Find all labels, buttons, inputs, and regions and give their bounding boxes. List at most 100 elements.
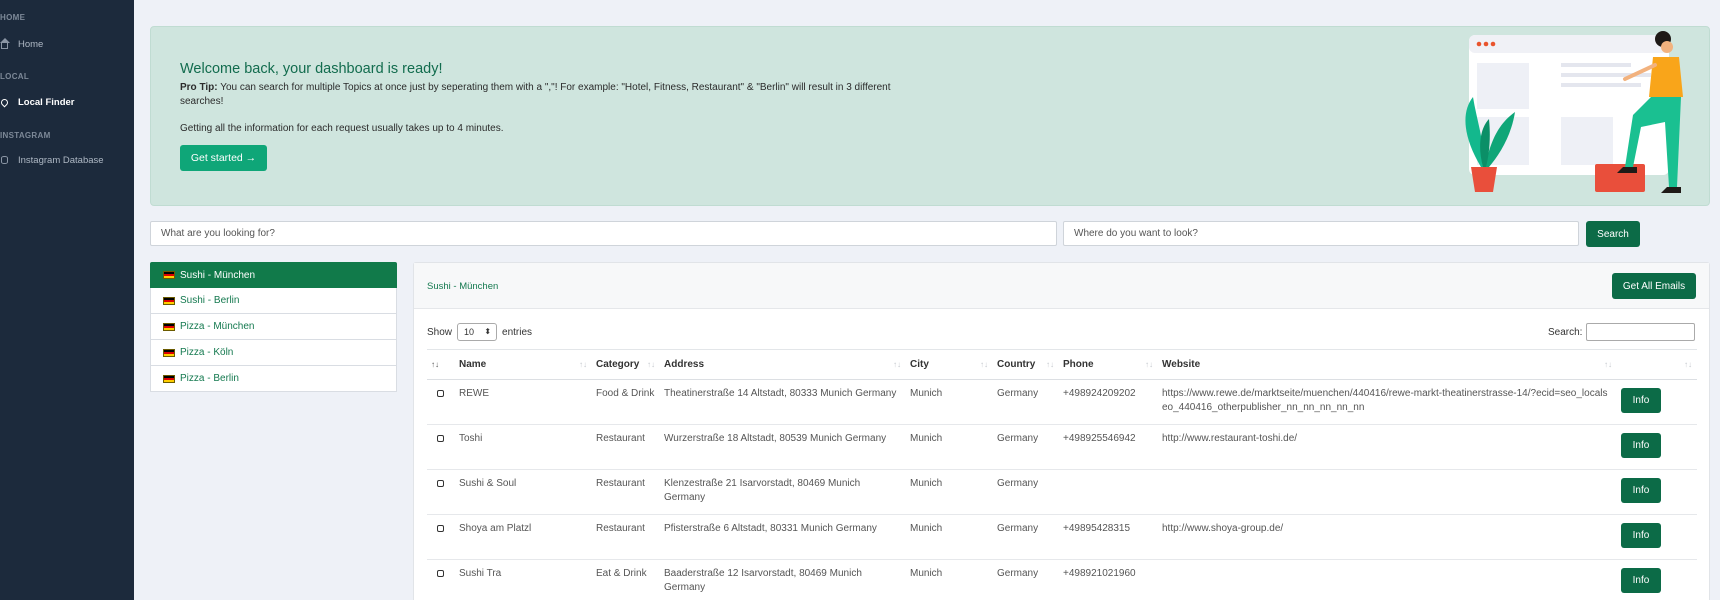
cell-country: Germany <box>993 469 1059 515</box>
row-checkbox[interactable] <box>437 570 444 577</box>
sidebar-item-label: Instagram Database <box>18 154 104 166</box>
table-row: Shoya am Platzl Restaurant Pfisterstraße… <box>427 514 1697 560</box>
cell-phone: +498925546942 <box>1059 424 1158 470</box>
get-started-button[interactable]: Get started → <box>180 145 267 171</box>
column-header-city[interactable]: City ↑↓ <box>906 349 993 380</box>
row-checkbox[interactable] <box>437 525 444 532</box>
cell-city: Munich <box>906 469 993 515</box>
cell-category: Food & Drink <box>592 379 660 425</box>
saved-searches-list: Sushi - München Sushi - Berlin Pizza - M… <box>150 262 397 392</box>
cell-category: Restaurant <box>592 424 660 470</box>
saved-search-item[interactable]: Pizza - Köln <box>150 340 397 366</box>
cell-website[interactable] <box>1158 469 1617 515</box>
sidebar-item-instagram-database[interactable]: Instagram Database <box>0 150 134 170</box>
entries-label: entries <box>502 326 533 338</box>
sort-icon: ↑↓ <box>980 360 988 369</box>
sidebar-item-home[interactable]: Home <box>0 34 134 54</box>
sidebar-heading-local: LOCAL <box>0 72 30 81</box>
sort-icon: ↑↓ <box>1604 360 1612 369</box>
welcome-banner: Welcome back, your dashboard is ready! P… <box>150 26 1710 206</box>
row-checkbox[interactable] <box>437 435 444 442</box>
sort-icon: ↑↓ <box>647 360 655 369</box>
cell-country: Germany <box>993 379 1059 425</box>
banner-title: Welcome back, your dashboard is ready! <box>180 61 443 77</box>
info-button[interactable]: Info <box>1621 388 1661 413</box>
row-checkbox[interactable] <box>437 480 444 487</box>
sidebar-heading-instagram: INSTAGRAM <box>0 131 51 140</box>
cell-category: Restaurant <box>592 469 660 515</box>
cell-category: Restaurant <box>592 514 660 560</box>
show-label: Show <box>427 326 453 338</box>
saved-search-label: Sushi - Berlin <box>180 295 240 306</box>
saved-search-item[interactable]: Sushi - München <box>150 262 397 288</box>
search-button[interactable]: Search <box>1586 221 1640 247</box>
cell-website[interactable]: http://www.restaurant-toshi.de/ <box>1158 424 1617 470</box>
column-header-category[interactable]: Category ↑↓ <box>592 349 660 380</box>
row-checkbox[interactable] <box>437 390 444 397</box>
saved-search-item[interactable]: Pizza - Berlin <box>150 366 397 392</box>
cell-city: Munich <box>906 379 993 425</box>
info-button[interactable]: Info <box>1621 523 1661 548</box>
cell-website[interactable] <box>1158 559 1617 600</box>
column-header-website[interactable]: Website ↑↓ <box>1158 349 1617 380</box>
banner-tip: Pro Tip: You can search for multiple Top… <box>180 81 900 109</box>
cell-name: Toshi <box>455 424 592 470</box>
table-header-row: ↑↓ Name ↑↓ Category ↑↓ Address ↑↓ City ↑↓ Co… <box>427 349 1697 380</box>
column-header-phone[interactable]: Phone ↑↓ <box>1059 349 1158 380</box>
column-header-select[interactable]: ↑↓ <box>427 349 455 380</box>
sort-icon: ↑↓ <box>579 360 587 369</box>
results-card-header: Sushi - München Get All Emails <box>414 263 1709 309</box>
cell-address: Klenzestraße 21 Isarvorstadt, 80469 Muni… <box>660 469 906 515</box>
column-header-address[interactable]: Address ↑↓ <box>660 349 906 380</box>
cell-address: Wurzerstraße 18 Altstadt, 80539 Munich G… <box>660 424 906 470</box>
column-header-country[interactable]: Country ↑↓ <box>993 349 1059 380</box>
sidebar-item-local-finder[interactable]: Local Finder <box>0 92 134 112</box>
cell-address: Pfisterstraße 6 Altstadt, 80331 Munich G… <box>660 514 906 560</box>
sidebar: HOME Home LOCAL Local Finder INSTAGRAM I… <box>0 0 134 600</box>
sort-icon: ↑↓ <box>1684 360 1692 369</box>
tip-label: Pro Tip: <box>180 82 218 93</box>
germany-flag-icon <box>163 374 175 383</box>
cell-website[interactable]: https://www.rewe.de/marktseite/muenchen/… <box>1158 379 1617 425</box>
germany-flag-icon <box>163 296 175 305</box>
sort-icon: ↑↓ <box>893 360 901 369</box>
banner-info: Getting all the information for each req… <box>180 123 504 134</box>
info-button[interactable]: Info <box>1621 478 1661 503</box>
table-row: REWE Food & Drink Theatinerstraße 14 Alt… <box>427 379 1697 425</box>
table-search-input[interactable] <box>1586 323 1696 341</box>
table-row: Sushi & Soul Restaurant Klenzestraße 21 … <box>427 469 1697 515</box>
cell-name: Sushi Tra <box>455 559 592 600</box>
info-button[interactable]: Info <box>1621 568 1661 593</box>
column-header-name[interactable]: Name ↑↓ <box>455 349 592 380</box>
sidebar-heading-home: HOME <box>0 13 26 22</box>
home-icon <box>0 37 10 49</box>
cell-name: REWE <box>455 379 592 425</box>
cell-phone: +49895428315 <box>1059 514 1158 560</box>
search-what-input[interactable]: What are you looking for? <box>150 221 1057 246</box>
sidebar-item-label: Home <box>18 38 44 50</box>
sidebar-item-label: Local Finder <box>18 96 75 108</box>
table-search-label: Search: <box>1548 326 1583 338</box>
saved-search-item[interactable]: Sushi - Berlin <box>150 288 397 314</box>
cell-category: Eat & Drink <box>592 559 660 600</box>
cell-country: Germany <box>993 559 1059 600</box>
map-pin-icon <box>0 97 10 107</box>
database-icon <box>1 156 8 164</box>
cell-city: Munich <box>906 424 993 470</box>
column-header-actions[interactable]: ↑↓ <box>1617 349 1697 380</box>
tip-text: You can search for multiple Topics at on… <box>180 82 891 107</box>
cell-phone: +498924209202 <box>1059 379 1158 425</box>
saved-search-label: Pizza - Berlin <box>180 373 239 384</box>
cell-website[interactable]: http://www.shoya-group.de/ <box>1158 514 1617 560</box>
get-all-emails-button[interactable]: Get All Emails <box>1612 273 1696 299</box>
saved-search-item[interactable]: Pizza - München <box>150 314 397 340</box>
entries-length-control: Show 10 entries <box>427 323 532 341</box>
table-row: Sushi Tra Eat & Drink Baaderstraße 12 Is… <box>427 559 1697 600</box>
search-where-input[interactable]: Where do you want to look? <box>1063 221 1579 246</box>
dashboard-illustration <box>1465 31 1683 193</box>
saved-search-label: Pizza - München <box>180 321 255 332</box>
info-button[interactable]: Info <box>1621 433 1661 458</box>
entries-select[interactable]: 10 <box>457 323 498 341</box>
cell-country: Germany <box>993 514 1059 560</box>
results-card: Sushi - München Get All Emails Show 10 e… <box>413 262 1710 600</box>
